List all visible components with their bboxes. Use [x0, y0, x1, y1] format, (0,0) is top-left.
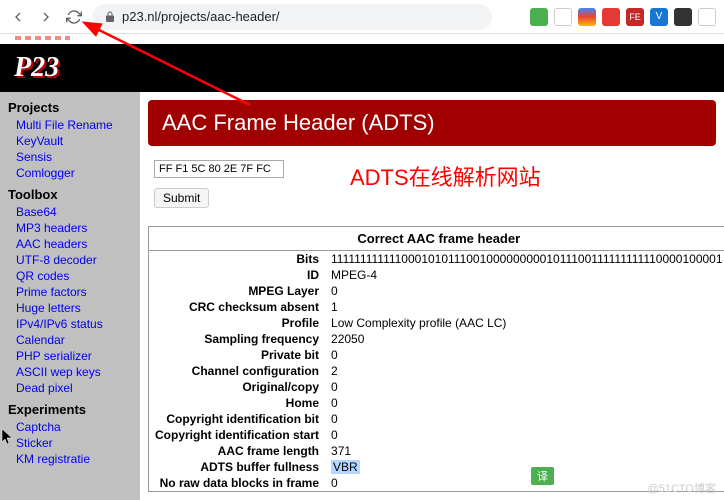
sidebar-heading: Toolbox	[8, 187, 132, 202]
sidebar: ProjectsMulti File RenameKeyVaultSensisC…	[0, 92, 140, 500]
table-row: Private bit0	[149, 347, 724, 363]
submit-button[interactable]: Submit	[154, 188, 209, 208]
table-row: Channel configuration2	[149, 363, 724, 379]
table-row: Bits111111111111000101011100100000000010…	[149, 251, 724, 268]
row-label: Original/copy	[149, 379, 326, 395]
table-row: Original/copy0	[149, 379, 724, 395]
page-title: AAC Frame Header (ADTS)	[148, 100, 716, 146]
ext-icon[interactable]	[698, 8, 716, 26]
table-row: IDMPEG-4	[149, 267, 724, 283]
address-bar[interactable]: p23.nl/projects/aac-header/	[92, 4, 492, 30]
row-value: 22050	[325, 331, 724, 347]
ext-icon[interactable]	[554, 8, 572, 26]
lock-icon	[104, 11, 116, 23]
watermark: @51CTO博客	[648, 480, 716, 496]
divider	[0, 34, 724, 44]
row-value: 371	[325, 443, 724, 459]
row-label: Copyright identification bit	[149, 411, 326, 427]
table-row: Copyright identification bit0	[149, 411, 724, 427]
sidebar-link[interactable]: PHP serializer	[8, 348, 132, 364]
result-table: Correct AAC frame header Bits11111111111…	[148, 226, 724, 492]
sidebar-link[interactable]: IPv4/IPv6 status	[8, 316, 132, 332]
table-row: Sampling frequency22050	[149, 331, 724, 347]
sidebar-link[interactable]: UTF-8 decoder	[8, 252, 132, 268]
row-value: Low Complexity profile (AAC LC)	[325, 315, 724, 331]
sidebar-link[interactable]: Multi File Rename	[8, 117, 132, 133]
ext-icon[interactable]	[602, 8, 620, 26]
row-label: Profile	[149, 315, 326, 331]
table-row: ADTS buffer fullnessVBR	[149, 459, 724, 475]
browser-toolbar: p23.nl/projects/aac-header/ FE V	[0, 0, 724, 34]
sidebar-link[interactable]: Dead pixel	[8, 380, 132, 396]
sidebar-link[interactable]: KM registratie	[8, 451, 132, 467]
sidebar-link[interactable]: Prime factors	[8, 284, 132, 300]
page-header: P23	[0, 44, 724, 92]
sidebar-link[interactable]: Calendar	[8, 332, 132, 348]
sidebar-link[interactable]: AAC headers	[8, 236, 132, 252]
row-label: No raw data blocks in frame	[149, 475, 326, 492]
table-title: Correct AAC frame header	[149, 227, 724, 251]
url-text: p23.nl/projects/aac-header/	[122, 9, 280, 24]
sidebar-link[interactable]: KeyVault	[8, 133, 132, 149]
row-value: 0	[325, 395, 724, 411]
reload-button[interactable]	[64, 7, 84, 27]
sidebar-link[interactable]: Base64	[8, 204, 132, 220]
row-label: ID	[149, 267, 326, 283]
table-row: AAC frame length371	[149, 443, 724, 459]
content-area: AAC Frame Header (ADTS) Submit ADTS在线解析网…	[140, 92, 724, 500]
table-row: Home0	[149, 395, 724, 411]
sidebar-link[interactable]: Sensis	[8, 149, 132, 165]
row-value: 0	[325, 283, 724, 299]
ext-icon[interactable]	[578, 8, 596, 26]
ext-icon[interactable]	[674, 8, 692, 26]
row-label: Bits	[149, 251, 326, 268]
sidebar-heading: Experiments	[8, 402, 132, 417]
row-label: Sampling frequency	[149, 331, 326, 347]
hex-input[interactable]	[154, 160, 284, 178]
row-label: Copyright identification start	[149, 427, 326, 443]
table-row: CRC checksum absent1	[149, 299, 724, 315]
back-button[interactable]	[8, 7, 28, 27]
sidebar-link[interactable]: QR codes	[8, 268, 132, 284]
site-logo: P23	[14, 52, 59, 84]
row-label: CRC checksum absent	[149, 299, 326, 315]
table-row: ProfileLow Complexity profile (AAC LC)	[149, 315, 724, 331]
row-value: VBR	[325, 459, 724, 475]
ext-icon[interactable]	[530, 8, 548, 26]
row-label: Private bit	[149, 347, 326, 363]
sidebar-link[interactable]: Huge letters	[8, 300, 132, 316]
table-row: Copyright identification start0	[149, 427, 724, 443]
sidebar-link[interactable]: Sticker	[8, 435, 132, 451]
translate-badge[interactable]: 译	[531, 467, 554, 485]
row-value: 0	[325, 427, 724, 443]
extension-icons: FE V	[530, 8, 716, 26]
row-label: AAC frame length	[149, 443, 326, 459]
sidebar-link[interactable]: MP3 headers	[8, 220, 132, 236]
table-row: MPEG Layer0	[149, 283, 724, 299]
row-value: 1111111111110001010111001000000000101110…	[325, 251, 724, 268]
row-label: Channel configuration	[149, 363, 326, 379]
sidebar-heading: Projects	[8, 100, 132, 115]
sidebar-link[interactable]: ASCII wep keys	[8, 364, 132, 380]
table-row: No raw data blocks in frame0	[149, 475, 724, 492]
row-value: 1	[325, 299, 724, 315]
ext-icon[interactable]: FE	[626, 8, 644, 26]
row-value: 0	[325, 379, 724, 395]
forward-button[interactable]	[36, 7, 56, 27]
sidebar-link[interactable]: Comlogger	[8, 165, 132, 181]
sidebar-link[interactable]: Captcha	[8, 419, 132, 435]
row-label: MPEG Layer	[149, 283, 326, 299]
row-value: MPEG-4	[325, 267, 724, 283]
ext-icon[interactable]: V	[650, 8, 668, 26]
row-value: 0	[325, 347, 724, 363]
row-label: ADTS buffer fullness	[149, 459, 326, 475]
row-label: Home	[149, 395, 326, 411]
row-value: 0	[325, 411, 724, 427]
row-value: 2	[325, 363, 724, 379]
